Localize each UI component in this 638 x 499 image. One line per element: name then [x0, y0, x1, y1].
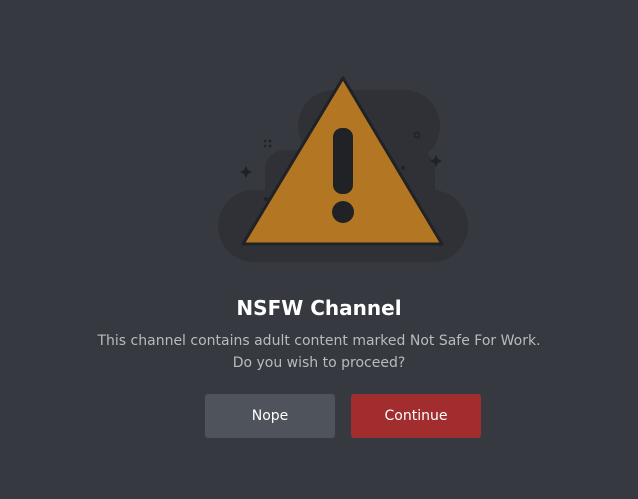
dialog-description-line1: This channel contains adult content mark…	[97, 333, 541, 349]
nope-button[interactable]: Nope	[205, 394, 335, 438]
dialog-title: NSFW Channel	[236, 296, 402, 320]
nsfw-warning-illustration	[218, 76, 468, 262]
dialog-description-line2: Do you wish to proceed?	[232, 355, 406, 371]
continue-button[interactable]: Continue	[351, 394, 481, 438]
